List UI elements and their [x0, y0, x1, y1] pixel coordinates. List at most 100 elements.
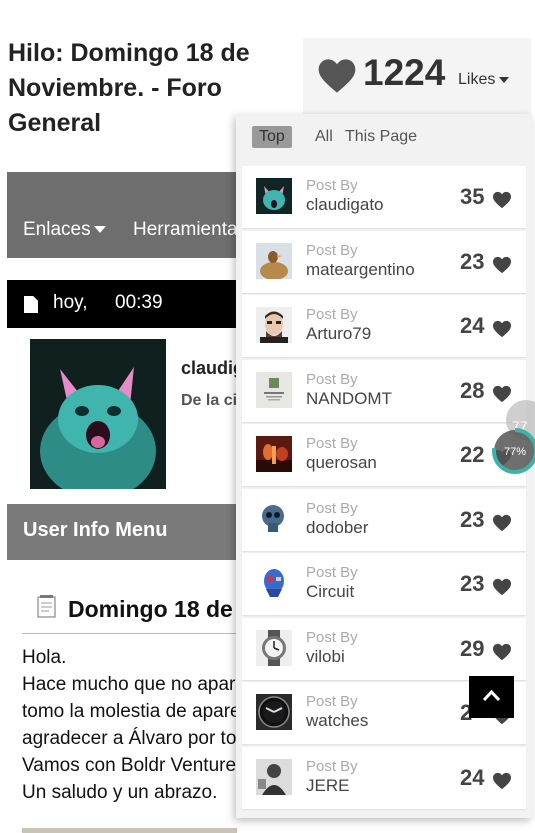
post-body: Hola. Hace mucho que no aparezco, tomo l…: [22, 644, 240, 806]
liker-avatar[interactable]: [256, 436, 292, 472]
skull-avatar-icon: [256, 500, 292, 537]
watch-avatar-icon: [256, 629, 292, 666]
post-image-edge: [22, 828, 237, 833]
post-date-bar: hoy, 00:39: [7, 280, 247, 328]
post-date-time: 00:39: [115, 292, 163, 313]
bird-avatar-icon: [256, 242, 292, 279]
scene-avatar-icon: [256, 436, 292, 472]
cat-avatar-icon: [30, 339, 166, 489]
liker-like-count: 29: [460, 635, 485, 661]
liker-like-count: 22: [460, 442, 485, 467]
liker-like-count: 23: [460, 571, 485, 596]
nav-enlaces-label: Enlaces: [23, 219, 91, 240]
likes-count: 1224: [363, 52, 446, 93]
liker-like-count: 23: [460, 506, 485, 532]
heart-icon: [493, 578, 511, 596]
document-icon: [24, 296, 38, 313]
likes-header[interactable]: 1224 Likes: [303, 38, 531, 116]
liker-avatar[interactable]: [256, 178, 292, 214]
tab-this-page[interactable]: This Page: [338, 126, 424, 148]
liker-avatar[interactable]: [256, 629, 292, 666]
liker-item[interactable]: Post By vilobi 29: [242, 617, 526, 680]
liker-like-count: 28: [460, 377, 485, 403]
liker-item[interactable]: Post By Circuit 23: [242, 553, 526, 615]
nav-enlaces[interactable]: Enlaces: [23, 219, 106, 241]
liker-item[interactable]: Post By claudigato 35: [242, 166, 526, 228]
post-by-label: Post By: [306, 435, 358, 452]
post-by-label: Post By: [306, 241, 358, 259]
heart-icon: [318, 59, 356, 93]
liker-name[interactable]: claudigato: [306, 195, 384, 215]
liker-name[interactable]: Circuit: [306, 582, 354, 602]
face-avatar-icon: [256, 307, 292, 343]
reading-progress-indicator[interactable]: 77%: [490, 426, 535, 476]
chevron-up-icon: [482, 689, 501, 702]
liker-name[interactable]: querosan: [306, 453, 377, 473]
chevron-down-icon: [93, 226, 106, 234]
heart-icon: [493, 385, 511, 402]
heart-icon: [493, 772, 511, 789]
liker-avatar[interactable]: [256, 307, 292, 343]
post-by-label: Post By: [306, 177, 358, 194]
heart-icon: [493, 320, 511, 338]
robot-avatar-icon: [256, 565, 292, 601]
liker-like-count: 35: [460, 184, 485, 209]
heart-icon: [493, 643, 511, 660]
notepad-icon: [37, 595, 56, 618]
post-by-label: Post By: [306, 306, 358, 323]
post-body-line: Hace mucho que no aparezco,: [22, 674, 240, 695]
progress-ring-icon: 77%: [492, 428, 535, 474]
liker-name[interactable]: watches: [306, 711, 368, 731]
liker-item[interactable]: Post By Arturo79 24: [242, 295, 526, 357]
post-title: Domingo 18 de Noviembre.: [68, 596, 252, 622]
liker-name[interactable]: dodober: [306, 518, 368, 538]
liker-avatar[interactable]: [256, 371, 292, 408]
liker-item[interactable]: Post By querosan 22: [242, 424, 526, 486]
liker-avatar[interactable]: [256, 694, 292, 730]
user-info-menu[interactable]: User Info Menu: [7, 504, 247, 560]
nav-herramientas[interactable]: Herramientas: [133, 219, 247, 241]
post-body-line: tomo la molestia de aparecer para: [22, 701, 240, 722]
post-by-label: Post By: [306, 499, 358, 517]
scroll-to-top-button[interactable]: [469, 676, 514, 718]
post-date-day: hoy,: [53, 292, 88, 313]
liker-item[interactable]: Post By JERE 24: [242, 746, 526, 809]
tab-all[interactable]: All: [308, 126, 340, 148]
person-avatar-icon: [256, 758, 292, 795]
heart-icon: [493, 514, 511, 531]
liker-name[interactable]: Arturo79: [306, 324, 371, 344]
liker-avatar[interactable]: [256, 758, 292, 795]
liker-avatar[interactable]: [256, 565, 292, 601]
likes-label: Likes: [458, 71, 496, 88]
liker-like-count: 24: [460, 313, 485, 338]
post-by-label: Post By: [306, 757, 358, 775]
likes-dropdown-toggle[interactable]: Likes: [458, 71, 510, 89]
post-body-line: Hola.: [22, 647, 67, 668]
liker-avatar[interactable]: [256, 242, 292, 279]
logo-avatar-icon: [256, 371, 292, 408]
liker-name[interactable]: JERE: [306, 776, 349, 796]
liker-item[interactable]: Post By dodober 23: [242, 488, 526, 551]
heart-icon: [493, 191, 511, 209]
post-body-line: Vamos con Boldr Venture.: [22, 755, 240, 776]
post-by-label: Post By: [306, 693, 358, 710]
liker-name[interactable]: NANDOMT: [306, 389, 392, 409]
liker-item[interactable]: Post By NANDOMT 28: [242, 359, 526, 422]
user-info-menu-label: User Info Menu: [23, 519, 168, 541]
progress-percent-label: 77%: [504, 446, 526, 458]
liker-avatar[interactable]: [256, 500, 292, 537]
post-by-label: Post By: [306, 628, 358, 646]
heart-icon: [493, 256, 511, 273]
liker-name[interactable]: mateargentino: [306, 260, 415, 280]
tab-top[interactable]: Top: [252, 126, 292, 148]
liker-name[interactable]: vilobi: [306, 647, 345, 667]
post-title-row: Domingo 18 de Noviembre.: [22, 590, 252, 634]
watch-dial-avatar-icon: [256, 694, 292, 730]
post-body-line: Un saludo y un abrazo.: [22, 782, 218, 803]
liker-item[interactable]: Post By mateargentino 23: [242, 230, 526, 293]
liker-like-count: 23: [460, 248, 485, 274]
user-avatar[interactable]: [30, 339, 166, 489]
cat-avatar-icon: [256, 178, 292, 214]
liker-like-count: 24: [460, 764, 485, 790]
nav-bar: Enlaces Herramientas: [7, 172, 247, 258]
